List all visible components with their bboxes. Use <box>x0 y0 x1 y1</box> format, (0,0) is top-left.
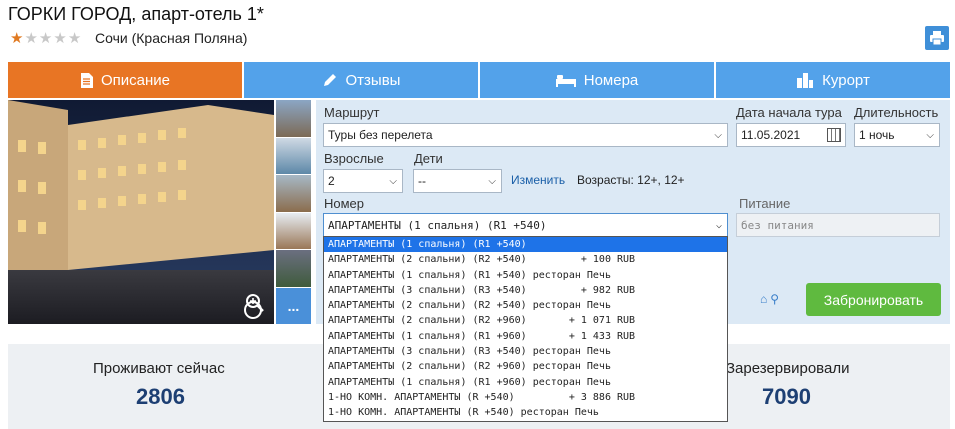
room-option[interactable]: 1-НО КОМН. АПАРТАМЕНТЫ (R +540) + 3 886 … <box>324 390 727 405</box>
printer-icon <box>930 31 944 46</box>
adults-select[interactable]: 2 ⌵ <box>323 169 403 193</box>
duration-label: Длительность <box>854 105 939 120</box>
meal-value: без питания <box>741 218 814 232</box>
children-select[interactable]: -- ⌵ <box>413 169 502 193</box>
buildings-icon <box>797 73 814 88</box>
star-icon: ★ <box>38 30 53 47</box>
print-button[interactable] <box>925 26 949 50</box>
room-value: АПАРТАМЕНТЫ (1 спальня) (R1 +540) <box>328 218 547 232</box>
room-option[interactable]: АПАРТАМЕНТЫ (1 спальня) (R1 +960) + 1 43… <box>324 329 727 344</box>
meal-select: без питания <box>736 213 940 237</box>
calendar-icon[interactable] <box>827 128 841 142</box>
room-option[interactable]: АПАРТАМЕНТЫ (1 спальня) (R1 +960) рестор… <box>324 375 727 390</box>
room-option[interactable]: АПАРТАМЕНТЫ (2 спальни) (R2 +960) рестор… <box>324 359 727 374</box>
bed-icon <box>555 75 576 87</box>
date-value: 11.05.2021 <box>741 128 801 142</box>
zoom-in-icon[interactable] <box>245 293 265 313</box>
route-value: Туры без перелета <box>328 128 433 142</box>
star-icon: ★ <box>10 30 24 47</box>
tab-label: Курорт <box>822 71 870 89</box>
tab-description[interactable]: Описание <box>8 62 242 98</box>
chevron-down-icon: ⌵ <box>488 176 496 187</box>
cocktail-icon[interactable]: ⚲ <box>770 292 779 306</box>
date-input[interactable]: 11.05.2021 <box>736 123 846 147</box>
meal-label: Питание <box>739 196 791 211</box>
thumbnail[interactable] <box>276 250 311 287</box>
hotel-tabs: Описание Отзывы Номера Курорт <box>8 62 950 98</box>
info-icons: ⌂ ⚲ <box>760 292 779 306</box>
room-dropdown-list: АПАРТАМЕНТЫ (1 спальня) (R1 +540) АПАРТА… <box>323 236 728 422</box>
living-now-label: Проживают сейчас <box>93 360 225 377</box>
tab-resort[interactable]: Курорт <box>716 62 950 98</box>
room-option[interactable]: АПАРТАМЕНТЫ (2 спальни) (R2 +540) + 100 … <box>324 252 727 267</box>
thumbnail[interactable] <box>276 100 311 137</box>
route-select[interactable]: Туры без перелета ⌵ <box>323 123 728 147</box>
tab-label: Отзывы <box>345 71 401 89</box>
date-label: Дата начала тура <box>736 105 842 120</box>
pencil-icon <box>323 74 336 86</box>
adults-label: Взрослые <box>324 151 384 166</box>
room-option[interactable]: 1-НО КОМН. АПАРТАМЕНТЫ (R +540) ресторан… <box>324 405 727 420</box>
star-icon: ★ <box>24 30 38 47</box>
tab-label: Номера <box>583 71 639 89</box>
thumbnail[interactable] <box>276 137 311 175</box>
ages-text: Возрасты: 12+, 12+ <box>577 173 685 187</box>
tab-reviews[interactable]: Отзывы <box>244 62 478 98</box>
chevron-down-icon: ⌵ <box>389 176 397 187</box>
tab-rooms[interactable]: Номера <box>480 62 714 98</box>
thumbnail[interactable] <box>276 212 311 250</box>
star-icon: ★ <box>53 30 67 47</box>
change-ages-link[interactable]: Изменить <box>511 173 565 187</box>
hotel-photo[interactable] <box>8 100 274 324</box>
room-option[interactable]: АПАРТАМЕНТЫ (1 спальня) (R1 +540) рестор… <box>324 268 727 283</box>
star-rating: ★ ★ ★ ★ ★ <box>10 31 81 46</box>
duration-value: 1 ночь <box>859 128 895 142</box>
room-label: Номер <box>324 196 365 211</box>
reserved-value: 7090 <box>762 384 811 409</box>
more-photos-button[interactable]: ... <box>276 287 311 324</box>
home-icon[interactable]: ⌂ <box>760 292 767 306</box>
room-option[interactable]: АПАРТАМЕНТЫ (2 спальни) (R2 +540) рестор… <box>324 298 727 313</box>
room-select[interactable]: АПАРТАМЕНТЫ (1 спальня) (R1 +540) ⌵ <box>323 213 728 237</box>
hotel-title: ГОРКИ ГОРОД, апарт-отель 1* <box>8 4 264 24</box>
star-icon: ★ <box>67 30 82 47</box>
room-option[interactable]: АПАРТАМЕНТЫ (3 спальни) (R3 +540) рестор… <box>324 344 727 359</box>
book-button[interactable]: Забронировать <box>806 283 941 316</box>
chevron-down-icon: ⌵ <box>714 130 722 141</box>
children-value: -- <box>418 174 426 188</box>
living-now-value: 2806 <box>136 384 185 409</box>
adults-value: 2 <box>328 174 335 188</box>
room-option[interactable]: АПАРТАМЕНТЫ (1 спальня) (R1 +540) <box>324 237 727 253</box>
hotel-location: Сочи (Красная Поляна) <box>95 30 248 46</box>
photo-thumbnails: ... <box>276 100 311 324</box>
children-label: Дети <box>414 151 443 166</box>
thumbnail[interactable] <box>276 175 311 212</box>
room-option[interactable]: АПАРТАМЕНТЫ (3 спальни) (R3 +540) + 982 … <box>324 283 727 298</box>
duration-select[interactable]: 1 ночь ⌵ <box>854 123 940 147</box>
room-option[interactable]: АПАРТАМЕНТЫ (2 спальни) (R2 +960) + 1 07… <box>324 313 727 328</box>
route-label: Маршрут <box>324 105 380 120</box>
tab-label: Описание <box>100 71 171 89</box>
document-icon <box>80 72 93 88</box>
reserved-label: Зарезервировали <box>726 360 850 377</box>
chevron-down-icon: ⌵ <box>715 220 722 231</box>
chevron-down-icon: ⌵ <box>926 130 934 141</box>
hotel-photo-image <box>8 100 274 324</box>
